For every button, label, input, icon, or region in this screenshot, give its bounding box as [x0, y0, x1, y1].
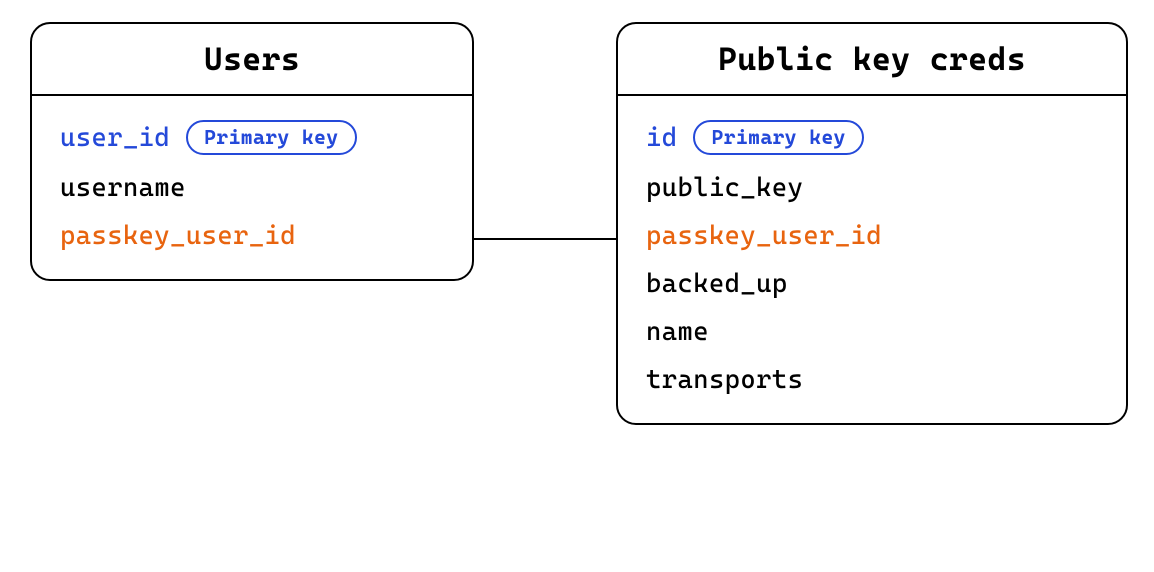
field-id: id: [646, 123, 677, 153]
field-row: transports: [646, 365, 1098, 395]
entity-users-header: Users: [32, 24, 472, 96]
entity-users-title: Users: [52, 40, 452, 78]
primary-key-badge: Primary key: [186, 120, 356, 155]
field-public-key: public_key: [646, 173, 803, 203]
field-passkey-user-id: passkey_user_id: [60, 221, 296, 251]
field-row: passkey_user_id: [60, 221, 444, 251]
entity-creds-body: id Primary key public_key passkey_user_i…: [618, 96, 1126, 423]
field-name: name: [646, 317, 709, 347]
relationship-connector: [474, 238, 616, 240]
entity-public-key-creds: Public key creds id Primary key public_k…: [616, 22, 1128, 425]
field-row: username: [60, 173, 444, 203]
field-backed-up: backed_up: [646, 269, 788, 299]
entity-users: Users user_id Primary key username passk…: [30, 22, 474, 281]
field-row: passkey_user_id: [646, 221, 1098, 251]
field-row: name: [646, 317, 1098, 347]
entity-creds-title: Public key creds: [638, 40, 1106, 78]
entity-users-body: user_id Primary key username passkey_use…: [32, 96, 472, 279]
primary-key-badge: Primary key: [693, 120, 863, 155]
field-row: id Primary key: [646, 120, 1098, 155]
field-transports: transports: [646, 365, 803, 395]
field-row: user_id Primary key: [60, 120, 444, 155]
field-username: username: [60, 173, 186, 203]
field-row: backed_up: [646, 269, 1098, 299]
field-user-id: user_id: [60, 123, 170, 153]
entity-creds-header: Public key creds: [618, 24, 1126, 96]
field-row: public_key: [646, 173, 1098, 203]
field-passkey-user-id: passkey_user_id: [646, 221, 882, 251]
